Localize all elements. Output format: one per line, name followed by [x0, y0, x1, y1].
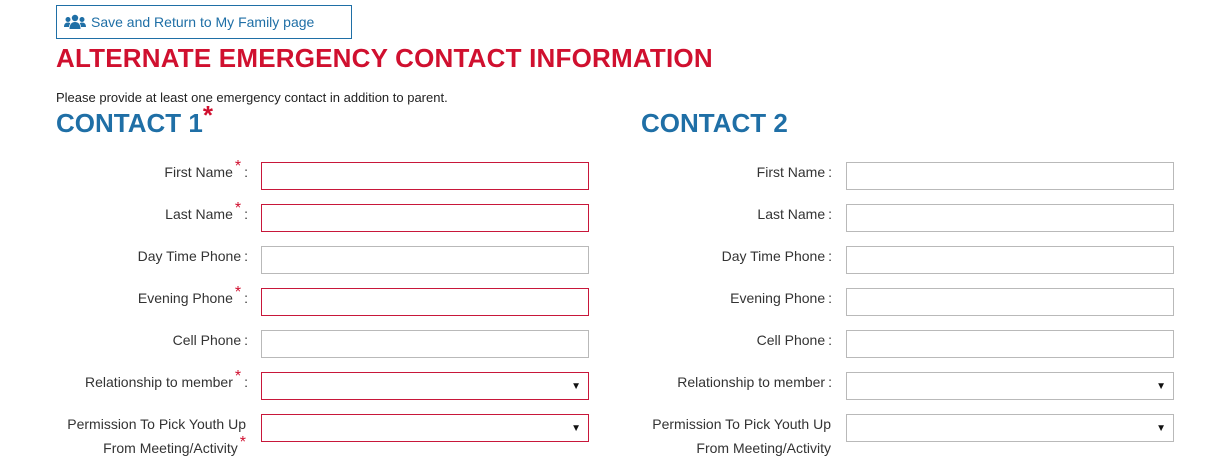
label-colon: : — [828, 332, 832, 348]
intro-text: Please provide at least one emergency co… — [56, 90, 448, 105]
label-colon: : — [244, 164, 248, 180]
dropdown-caret-icon: ▼ — [571, 423, 581, 434]
contact2-day-phone-label: Day Time Phone: — [722, 244, 832, 268]
dropdown-caret-icon: ▼ — [571, 381, 581, 392]
label-line-2: From Meeting/Activity — [696, 440, 831, 456]
contact1-evening-phone-label: Evening Phone *: — [137, 284, 248, 311]
contact1-evening-phone-input[interactable] — [261, 288, 589, 316]
label-line-1: Permission To Pick Youth Up — [67, 416, 246, 432]
label-text: Day Time Phone — [137, 248, 242, 264]
contact2-first-name-label: First Name: — [757, 160, 832, 184]
label-colon: : — [244, 374, 248, 390]
required-star: * — [234, 158, 242, 175]
label-text: Relationship to member — [677, 374, 826, 390]
required-star: * — [239, 434, 246, 451]
label-text: First Name — [756, 164, 826, 180]
contact2-relationship-select[interactable]: ▼ — [846, 372, 1174, 400]
label-text: Cell Phone — [172, 332, 242, 348]
label-colon: : — [828, 206, 832, 222]
contact1-first-name-label: First Name *: — [164, 158, 248, 185]
contact1-last-name-input[interactable] — [261, 204, 589, 232]
contact1-title-text: CONTACT 1 — [56, 108, 203, 138]
contact2-last-name-input[interactable] — [846, 204, 1174, 232]
contact1-day-phone-input[interactable] — [261, 246, 589, 274]
contact1-permission-label: Permission To Pick Youth Up From Meeting… — [67, 412, 246, 461]
label-colon: : — [828, 290, 832, 306]
contact1-permission-select[interactable]: ▼ — [261, 414, 589, 442]
contact1-last-name-label: Last Name *: — [165, 200, 248, 227]
contact1-relationship-select[interactable]: ▼ — [261, 372, 589, 400]
required-star: * — [234, 284, 242, 301]
label-colon: : — [244, 332, 248, 348]
contact2-title: CONTACT 2 — [641, 108, 788, 139]
contact1-relationship-label: Relationship to member *: — [85, 368, 248, 395]
contact1-first-name-input[interactable] — [261, 162, 589, 190]
label-text: Last Name — [165, 206, 233, 222]
contact2-cell-phone-label: Cell Phone: — [757, 328, 832, 352]
label-colon: : — [244, 248, 248, 264]
save-and-return-button[interactable]: Save and Return to My Family page — [56, 5, 352, 39]
contact2-day-phone-input[interactable] — [846, 246, 1174, 274]
contact2-permission-select[interactable]: ▼ — [846, 414, 1174, 442]
contact2-permission-label: Permission To Pick Youth Up From Meeting… — [652, 412, 831, 460]
contact2-first-name-input[interactable] — [846, 162, 1174, 190]
label-text: Evening Phone — [137, 290, 233, 306]
contact2-title-text: CONTACT 2 — [641, 108, 788, 138]
label-text: Relationship to member — [85, 374, 233, 390]
label-colon: : — [244, 290, 248, 306]
dropdown-caret-icon: ▼ — [1156, 423, 1166, 434]
users-icon — [63, 14, 87, 30]
label-text: First Name — [164, 164, 233, 180]
label-colon: : — [244, 206, 248, 222]
label-text: From Meeting/Activity — [103, 440, 238, 456]
label-colon: : — [828, 164, 832, 180]
label-text: Evening Phone — [730, 290, 826, 306]
contact1-cell-phone-input[interactable] — [261, 330, 589, 358]
dropdown-caret-icon: ▼ — [1156, 381, 1166, 392]
label-line-1: Permission To Pick Youth Up — [652, 416, 831, 432]
contact2-evening-phone-label: Evening Phone: — [730, 286, 832, 310]
contact2-last-name-label: Last Name: — [757, 202, 832, 226]
label-line-2: From Meeting/Activity * — [67, 434, 246, 461]
required-star: * — [234, 368, 242, 385]
contact1-title: CONTACT 1* — [56, 100, 213, 139]
contact1-required-marker: * — [202, 100, 213, 130]
label-text: Last Name — [757, 206, 826, 222]
label-text: Day Time Phone — [721, 248, 826, 264]
contact1-cell-phone-label: Cell Phone: — [173, 328, 248, 352]
required-star: * — [234, 200, 242, 217]
contact2-cell-phone-input[interactable] — [846, 330, 1174, 358]
contact2-evening-phone-input[interactable] — [846, 288, 1174, 316]
save-and-return-label: Save and Return to My Family page — [91, 14, 315, 30]
contact1-day-phone-label: Day Time Phone: — [138, 244, 248, 268]
label-colon: : — [828, 248, 832, 264]
label-text: Cell Phone — [756, 332, 826, 348]
label-colon: : — [828, 374, 832, 390]
contact2-relationship-label: Relationship to member: — [677, 370, 832, 394]
page-title: ALTERNATE EMERGENCY CONTACT INFORMATION — [56, 43, 713, 73]
